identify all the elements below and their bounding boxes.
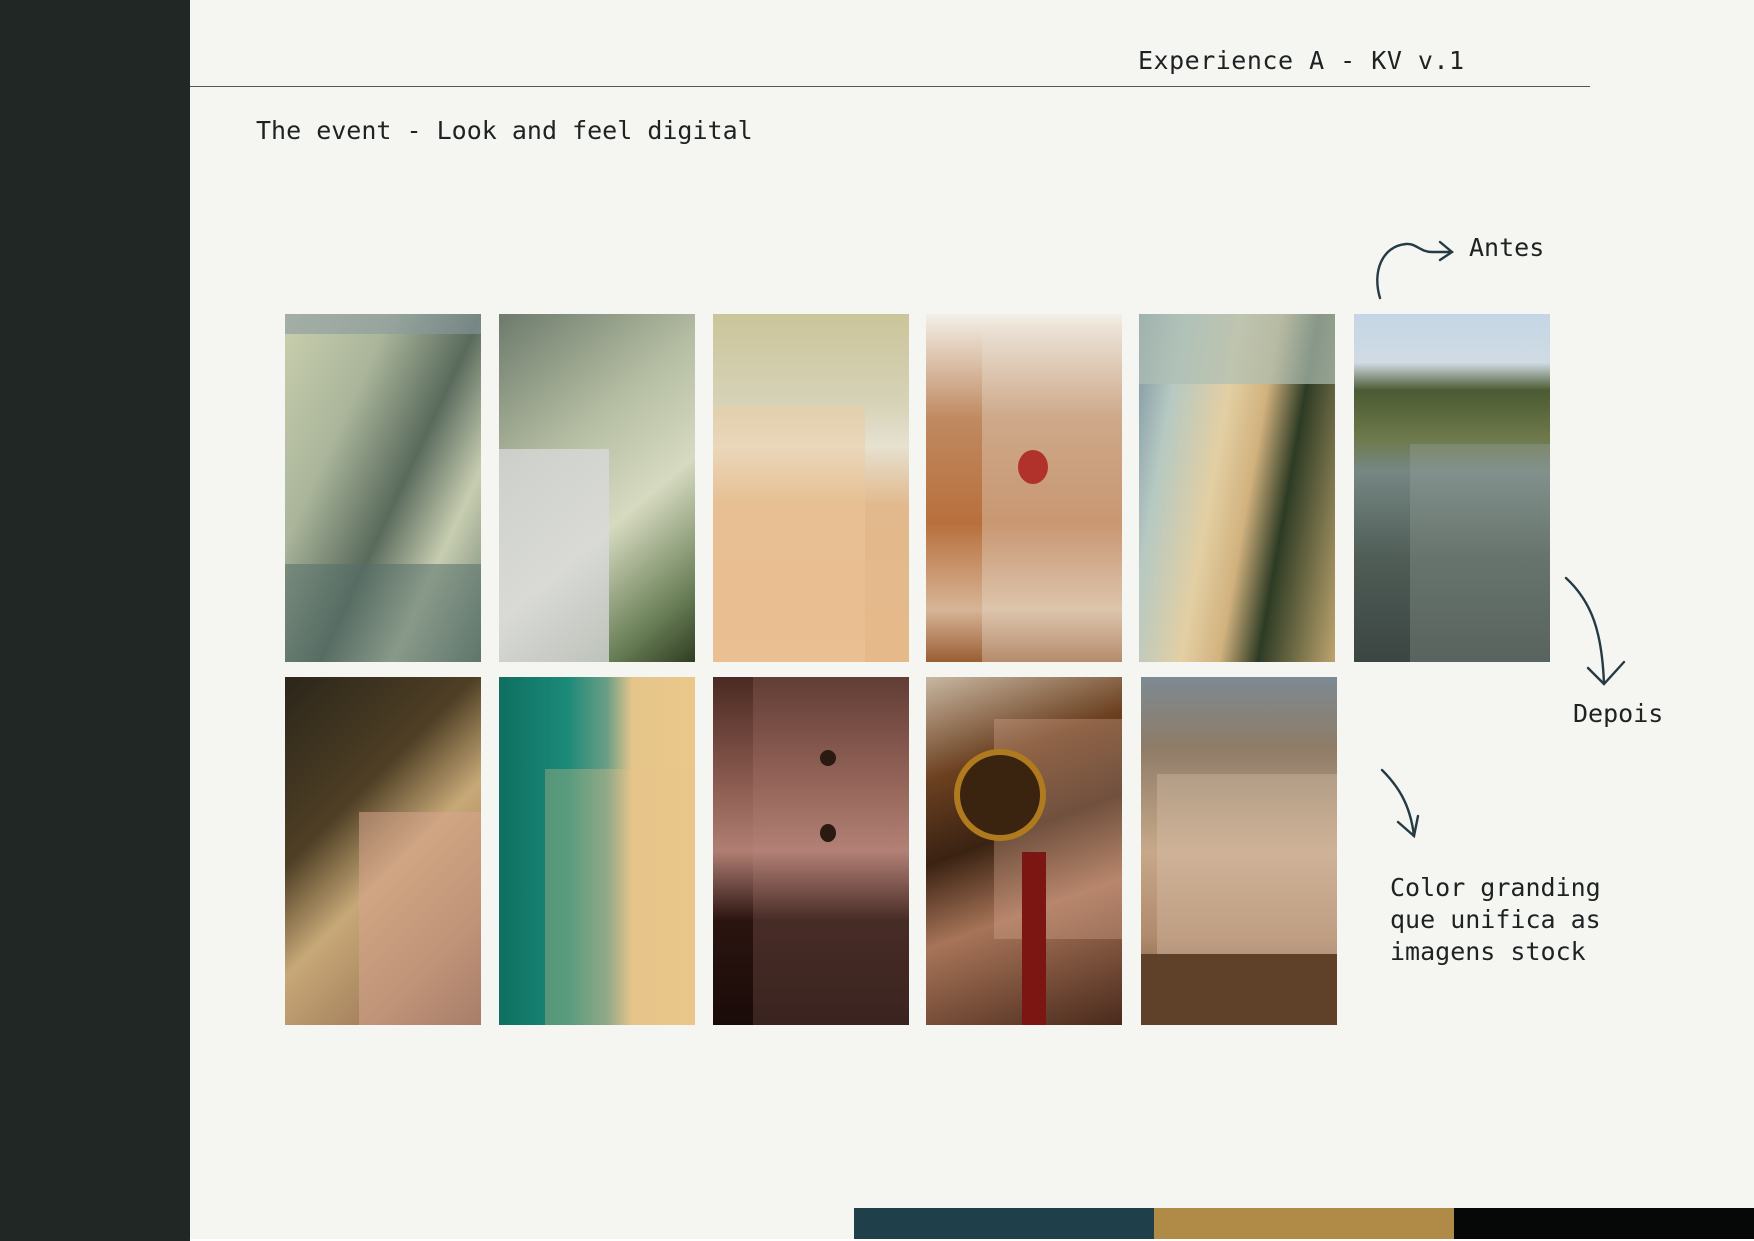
color-swatch-teal bbox=[854, 1208, 1154, 1239]
image-wine-pouring bbox=[926, 677, 1122, 1025]
image-palm-plant-shadow bbox=[499, 314, 695, 662]
note-line: imagens stock bbox=[1390, 937, 1586, 966]
note-line: Color granding bbox=[1390, 873, 1601, 902]
header-title: Experience A - KV v.1 bbox=[1138, 46, 1465, 75]
page-title: The event - Look and feel digital bbox=[256, 116, 753, 145]
curved-arrow-note-icon bbox=[1380, 768, 1420, 839]
curved-arrow-depois-icon bbox=[1564, 576, 1626, 686]
color-swatch-black bbox=[1454, 1208, 1754, 1239]
image-sand-dune bbox=[285, 677, 481, 1025]
curved-arrow-antes-icon bbox=[1376, 240, 1455, 300]
annotation-antes: Antes bbox=[1469, 233, 1545, 262]
image-aerial-coast-cliffs bbox=[1139, 314, 1335, 662]
image-wine-glasses-on-table bbox=[1141, 677, 1337, 1025]
color-swatch-ochre bbox=[1154, 1208, 1454, 1239]
image-aerial-beach-waves bbox=[713, 314, 909, 662]
annotation-color-grading-note: Color granding que unifica as imagens st… bbox=[1390, 872, 1601, 968]
image-palm-leaf-shadow bbox=[285, 314, 481, 662]
image-water-droplet bbox=[713, 677, 909, 1025]
note-line: que unifica as bbox=[1390, 905, 1601, 934]
sidebar bbox=[0, 0, 190, 1241]
image-aerial-beach-horses bbox=[499, 677, 695, 1025]
header-divider bbox=[190, 86, 1590, 87]
annotation-depois: Depois bbox=[1573, 699, 1664, 728]
image-ladybug-on-wheat bbox=[926, 314, 1122, 662]
image-birds-over-lake bbox=[1354, 314, 1550, 662]
